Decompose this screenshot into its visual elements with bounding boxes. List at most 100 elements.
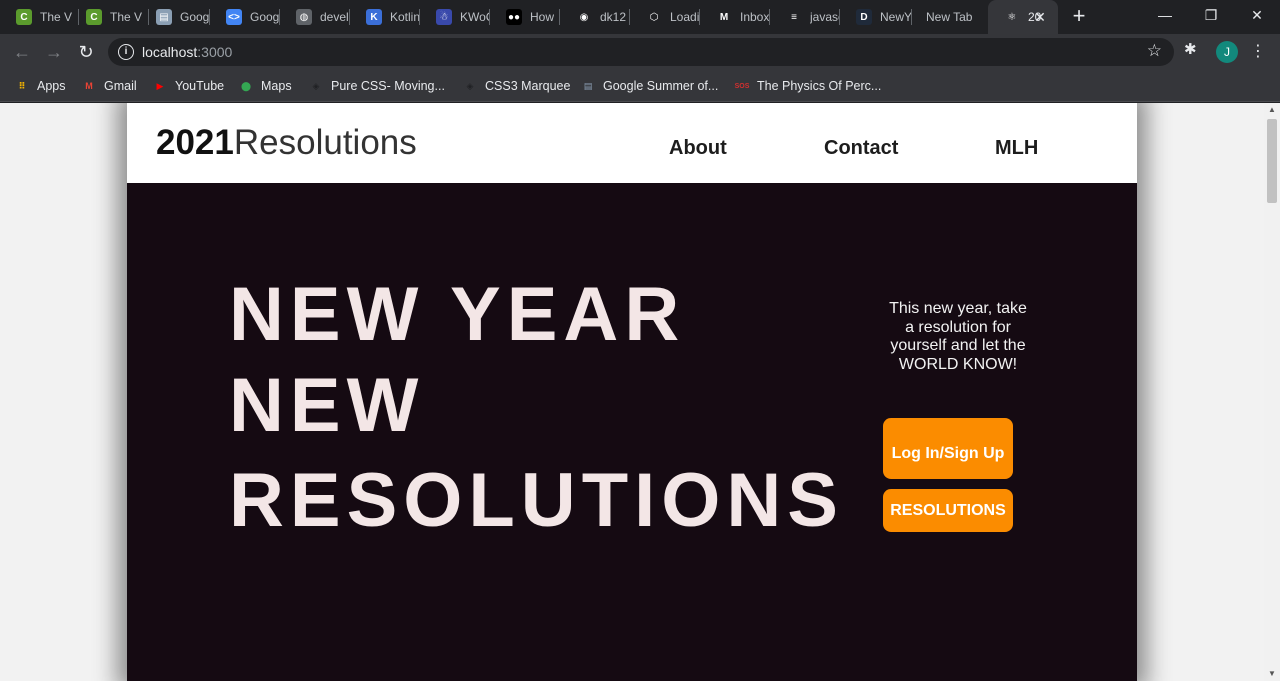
bookmark-label: Apps bbox=[37, 79, 66, 93]
bookmark-gsoc[interactable]: ▤ Google Summer of... bbox=[580, 76, 719, 96]
codepen-icon: ◈ bbox=[312, 80, 320, 91]
bookmark-label: CSS3 Marquee bbox=[485, 79, 571, 93]
bookmark-label: Gmail bbox=[104, 79, 137, 93]
tab-title: Goog bbox=[180, 10, 210, 24]
bookmark-youtube[interactable]: ▶ YouTube bbox=[152, 76, 225, 96]
sos-icon: SOS bbox=[734, 82, 750, 90]
box-icon: ⬡ bbox=[646, 9, 662, 25]
tab-title: NewY bbox=[880, 10, 912, 24]
browser-toolbar: ← → ↻ i localhost:3000 ☆ bbox=[0, 34, 1280, 70]
new-tab-button[interactable]: + bbox=[1068, 5, 1090, 27]
tab-title: Goog bbox=[250, 10, 280, 24]
site-logo[interactable]: 2021Resolutions bbox=[156, 123, 417, 163]
extensions-puzzle-icon[interactable]: ✱ bbox=[1184, 40, 1202, 58]
maps-pin-icon: ⬤ bbox=[240, 80, 252, 91]
bookmark-apps[interactable]: ⠿ Apps bbox=[14, 76, 66, 96]
bookmarks-bar: ⠿ Apps M Gmail ▶ YouTube ⬤ Maps ◈ Pure CSS- M… bbox=[0, 70, 1280, 102]
browser-tab[interactable]: ☃ KWoC bbox=[420, 0, 490, 34]
bookmark-physics[interactable]: SOS The Physics Of Perc... bbox=[734, 76, 882, 96]
browser-tab[interactable]: <> Goog bbox=[210, 0, 280, 34]
browser-tab[interactable]: C The V bbox=[70, 0, 149, 34]
browser-tab[interactable]: ◍ devel bbox=[280, 0, 350, 34]
scroll-down-arrow-icon[interactable]: ▼ bbox=[1264, 667, 1280, 681]
codepen-icon: ◈ bbox=[466, 80, 474, 91]
google-doc-icon: ▤ bbox=[156, 9, 172, 25]
site-info-icon[interactable]: i bbox=[118, 44, 134, 60]
google-code-icon: <> bbox=[226, 9, 242, 25]
scrollbar-thumb[interactable] bbox=[1267, 119, 1277, 203]
browser-tab[interactable]: ≡ javasc bbox=[770, 0, 840, 34]
bookmark-label: YouTube bbox=[175, 79, 225, 93]
url-text[interactable]: localhost:3000 bbox=[142, 44, 232, 60]
minimize-button[interactable]: — bbox=[1142, 0, 1188, 30]
github-icon: ◉ bbox=[576, 9, 592, 25]
site-header: 2021Resolutions About Contact MLH bbox=[127, 103, 1137, 183]
tab-title: javasc bbox=[810, 10, 840, 24]
browser-tab[interactable]: C The V bbox=[0, 0, 79, 34]
google-doc-icon: ▤ bbox=[583, 80, 593, 91]
tab-title: dk12 bbox=[600, 10, 627, 24]
page-scrollbar[interactable]: ▲ ▼ bbox=[1264, 103, 1280, 681]
tab-title: Inbox bbox=[740, 10, 770, 24]
browser-tab[interactable]: ⬡ Loadi bbox=[630, 0, 700, 34]
restore-button[interactable]: ❐ bbox=[1188, 0, 1234, 30]
browser-tab[interactable]: M Inbox bbox=[700, 0, 770, 34]
back-button[interactable]: ← bbox=[10, 40, 34, 64]
reload-button[interactable]: ↻ bbox=[74, 40, 98, 64]
bookmark-label: Google Summer of... bbox=[603, 79, 719, 93]
bookmark-label: Pure CSS- Moving... bbox=[331, 79, 445, 93]
stackoverflow-icon: ≡ bbox=[786, 9, 802, 25]
hero-headline-line: RESOLUTIONS bbox=[229, 458, 844, 543]
kotlin-icon: K bbox=[366, 9, 382, 25]
browser-tab[interactable]: ●● How bbox=[490, 0, 560, 34]
url-port: :3000 bbox=[197, 44, 233, 60]
react-icon: ⚛ bbox=[1004, 9, 1020, 25]
tab-title: How bbox=[530, 10, 555, 24]
browser-tab-active[interactable]: ⚛ 20 ✕ bbox=[988, 0, 1058, 34]
globe-icon: ◍ bbox=[296, 9, 312, 25]
codechef-icon: C bbox=[86, 9, 102, 25]
tab-strip: C The V C The V ▤ Goog <> Goog ◍ devel K Kotli… bbox=[0, 0, 1280, 34]
tab-title: The V bbox=[110, 10, 143, 24]
browser-tab[interactable]: D NewY bbox=[840, 0, 912, 34]
hero-section: NEW YEAR NEW RESOLUTIONS This new year, … bbox=[127, 183, 1137, 681]
scroll-up-arrow-icon[interactable]: ▲ bbox=[1264, 103, 1280, 117]
tab-title: Kotlin bbox=[390, 10, 420, 24]
page-viewport: 2021Resolutions About Contact MLH NEW YE… bbox=[0, 103, 1280, 681]
kwoc-icon: ☃ bbox=[436, 9, 452, 25]
resolutions-button[interactable]: RESOLUTIONS bbox=[883, 489, 1013, 532]
nav-about-link[interactable]: About bbox=[669, 137, 727, 160]
hero-tagline: This new year, take a resolution for you… bbox=[889, 300, 1027, 373]
codechef-icon: C bbox=[16, 9, 32, 25]
site-container: 2021Resolutions About Contact MLH NEW YE… bbox=[127, 103, 1137, 681]
tab-title: devel bbox=[320, 10, 349, 24]
browser-menu-icon[interactable]: ⋮ bbox=[1250, 40, 1266, 64]
browser-tab[interactable]: New Tab bbox=[912, 0, 986, 34]
forward-button[interactable]: → bbox=[42, 40, 66, 64]
bookmark-label: The Physics Of Perc... bbox=[757, 79, 882, 93]
d-letter-icon: D bbox=[856, 9, 872, 25]
tab-title: The V bbox=[40, 10, 73, 24]
logo-word: Resolutions bbox=[233, 123, 417, 162]
browser-tab[interactable]: ◉ dk12 bbox=[560, 0, 630, 34]
login-signup-button[interactable]: Log In/Sign Up bbox=[883, 418, 1013, 479]
tab-close-icon[interactable]: ✕ bbox=[1032, 9, 1048, 25]
bookmark-css3-marquee[interactable]: ◈ CSS3 Marquee bbox=[462, 76, 571, 96]
address-bar[interactable]: i localhost:3000 ☆ bbox=[108, 38, 1174, 66]
url-host: localhost bbox=[142, 44, 198, 60]
tab-title: KWoC bbox=[460, 10, 490, 24]
profile-avatar[interactable]: J bbox=[1216, 41, 1238, 63]
bookmark-gmail[interactable]: M Gmail bbox=[81, 76, 137, 96]
nav-contact-link[interactable]: Contact bbox=[824, 137, 898, 160]
close-window-button[interactable]: ✕ bbox=[1234, 0, 1280, 30]
hero-headline-line: NEW YEAR bbox=[229, 272, 686, 357]
gmail-icon: M bbox=[85, 81, 93, 91]
bookmark-pure-css[interactable]: ◈ Pure CSS- Moving... bbox=[308, 76, 445, 96]
youtube-icon: ▶ bbox=[156, 80, 164, 91]
hero-headline-line: NEW bbox=[229, 363, 425, 448]
bookmark-maps[interactable]: ⬤ Maps bbox=[238, 76, 292, 96]
nav-mlh-link[interactable]: MLH bbox=[995, 137, 1038, 160]
bookmark-star-icon[interactable]: ☆ bbox=[1147, 41, 1162, 61]
browser-tab[interactable]: K Kotlin bbox=[350, 0, 420, 34]
browser-tab[interactable]: ▤ Goog bbox=[140, 0, 210, 34]
